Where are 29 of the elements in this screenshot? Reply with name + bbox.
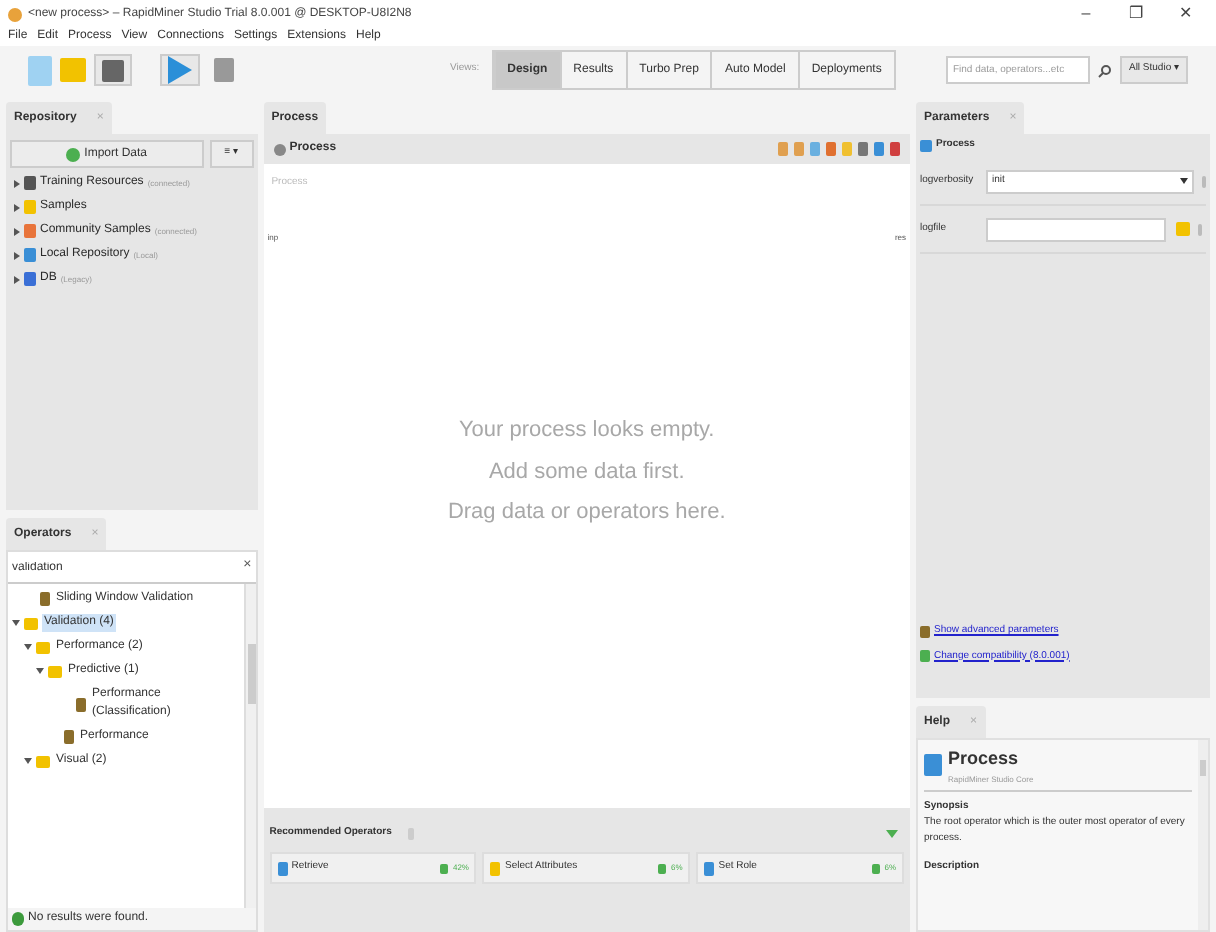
close-button[interactable]: ✕ [1164,2,1208,26]
operator-icon [277,861,288,875]
help-title: Process [948,746,1021,772]
scrollbar[interactable] [1198,740,1208,930]
process-icon [924,754,942,777]
empty-hint: Add some data first. [488,457,685,487]
operator-icon [40,592,50,606]
new-document-icon [28,55,52,85]
operator-icon [64,730,74,744]
app-icon [8,7,22,21]
folder-icon [1176,222,1190,236]
minimize-button[interactable]: – [1064,2,1108,26]
operator-icon [490,861,501,875]
operator-icon [704,861,715,875]
folder-icon [60,58,86,82]
process-icon [920,140,932,152]
operator-icon [76,697,86,711]
caret-icon [1180,178,1188,184]
save-button[interactable] [94,54,132,86]
scrollbar-thumb[interactable] [247,644,256,704]
parameter-field[interactable] [986,217,1166,241]
empty-hint: Your process looks empty. [458,416,715,446]
empty-hint: Drag data or operators here. [447,498,726,528]
scrollbar[interactable] [243,584,256,908]
stop-icon [214,58,234,82]
run-button[interactable] [160,54,200,86]
search-icon [1098,63,1113,77]
maximize-button[interactable]: ❐ [1114,2,1158,26]
folder-icon [36,755,50,767]
